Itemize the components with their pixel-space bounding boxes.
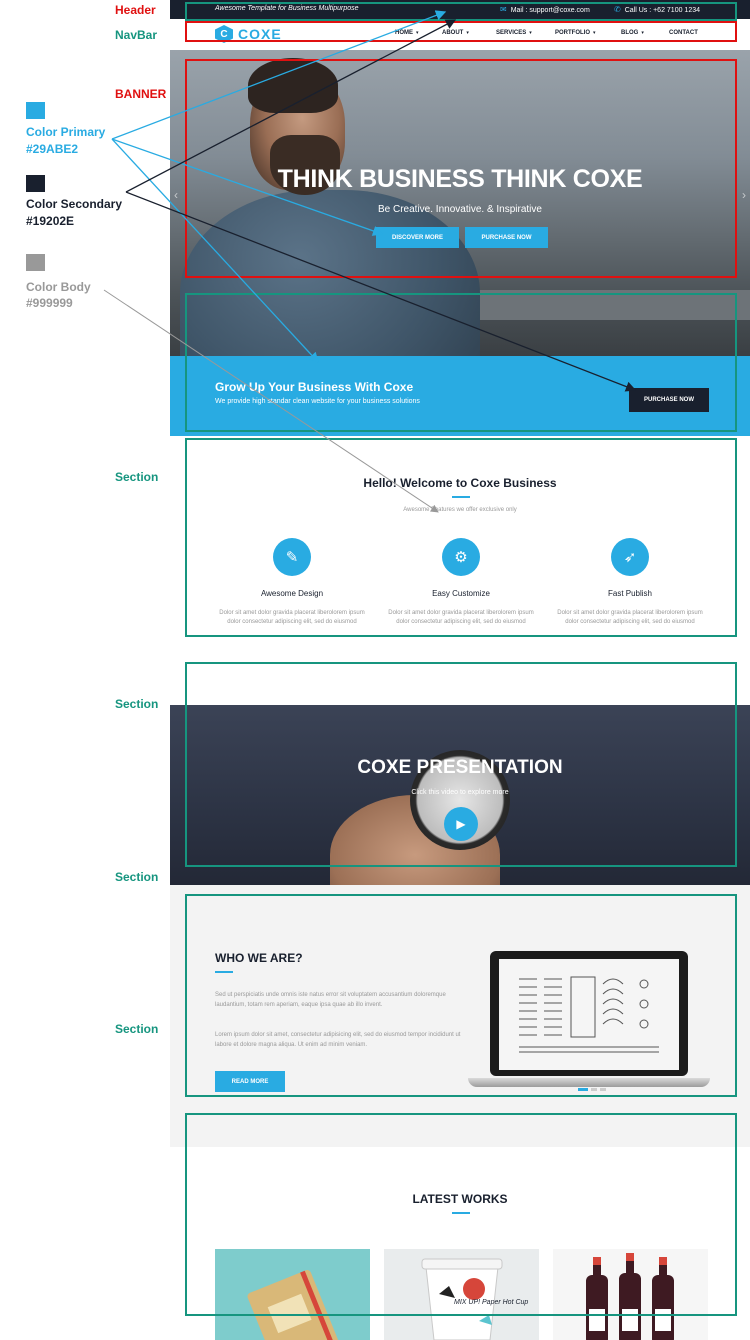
caret-down-icon: ▾	[466, 30, 469, 36]
who-title: WHO WE ARE?	[215, 951, 303, 965]
work-item-notebook[interactable]	[215, 1249, 370, 1340]
nav-item-home[interactable]: HOME ▾	[395, 30, 419, 36]
color-body-name: Color Body	[26, 280, 91, 294]
color-secondary-swatch	[26, 175, 45, 192]
feature-title: Easy Customize	[432, 589, 490, 598]
laptop-screen-content	[499, 959, 679, 1070]
annotation-navbar: NavBar	[115, 28, 158, 42]
annotation-section-1: Section	[115, 470, 159, 484]
feature-title: Fast Publish	[607, 589, 653, 598]
header-call-text: Call Us : +62 7100 1234	[624, 7, 701, 14]
nav-item-label: PORTFOLIO	[555, 30, 590, 36]
top-header-bar: Awesome Template for Business Multipurpo…	[170, 0, 750, 19]
wine-bottles-image	[586, 1253, 674, 1340]
color-primary-swatch	[26, 102, 45, 119]
paper-cup-image	[421, 1258, 503, 1340]
latest-works-title: LATEST WORKS	[412, 1192, 508, 1206]
logo-hexagon-icon: C	[215, 25, 233, 43]
cta-strip: Grow Up Your Business With Coxe We provi…	[170, 356, 750, 436]
phone-icon: ✆	[614, 5, 621, 14]
color-primary-name: Color Primary	[26, 125, 106, 139]
header-tagline: Awesome Template for Business Multipurpo…	[215, 5, 359, 12]
feature-text: Dolor sit amet dolor gravida placerat li…	[557, 610, 703, 625]
logo-text: COXE	[238, 26, 282, 42]
cta-purchase-button[interactable]: PURCHASE NOW	[629, 388, 709, 412]
caret-down-icon: ▾	[641, 30, 644, 36]
annotation-header: Header	[115, 3, 156, 17]
works-title-underline	[452, 1212, 470, 1214]
laptop-base	[468, 1078, 710, 1087]
cup-label: MIX UP! Paper Hot Cup	[454, 1299, 529, 1306]
header-call[interactable]: ✆ Call Us : +62 7100 1234	[614, 5, 700, 14]
read-more-button[interactable]: READ MORE	[215, 1071, 285, 1092]
envelope-icon: ✉	[500, 5, 507, 14]
who-we-are-section: WHO WE ARE? Sed ut perspiciatis unde omn…	[170, 885, 750, 1147]
caret-down-icon: ▾	[593, 30, 596, 36]
banner-purchase-button[interactable]: PURCHASE NOW	[465, 227, 548, 248]
nav-item-about[interactable]: ABOUT ▾	[442, 30, 469, 36]
annotation-banner: BANNER	[115, 87, 167, 101]
nav-item-label: CONTACT	[669, 30, 698, 36]
carousel-dot[interactable]	[578, 1088, 588, 1091]
color-primary-hex: #29ABE2	[26, 142, 79, 156]
carousel-dots	[578, 1088, 606, 1091]
presentation-subtitle: Click this video to explore more	[411, 789, 509, 796]
nav-item-label: SERVICES	[496, 30, 527, 36]
rocket-icon: ➶	[611, 538, 649, 576]
header-mail[interactable]: ✉ Mail : support@coxe.com	[500, 5, 590, 14]
color-secondary-hex: #19202E	[26, 214, 75, 228]
gears-icon: ⚙	[442, 538, 480, 576]
site-logo[interactable]: C COXE	[215, 25, 282, 43]
welcome-title: Hello! Welcome to Coxe Business	[363, 476, 557, 490]
work-item-bottles[interactable]	[553, 1249, 708, 1340]
nav-item-label: HOME	[395, 30, 413, 36]
color-body-hex: #999999	[26, 296, 73, 310]
annotation-section-3: Section	[115, 870, 159, 884]
feature-text: Dolor sit amet dolor gravida placerat li…	[219, 610, 365, 625]
caret-down-icon: ▾	[416, 30, 419, 36]
nav-item-label: ABOUT	[442, 30, 464, 36]
laptop-screen-illustration	[519, 976, 659, 1053]
presentation-title: COXE PRESENTATION	[357, 757, 563, 778]
notebook-image	[247, 1270, 342, 1340]
who-title-underline	[215, 971, 233, 973]
presentation-section: COXE PRESENTATION Click this video to ex…	[170, 705, 750, 885]
who-paragraph-1: Sed ut perspiciatis unde omnis iste natu…	[215, 992, 446, 1008]
nav-item-blog[interactable]: BLOG ▾	[621, 30, 644, 36]
who-paragraph-2: Lorem ipsum dolor sit amet, consectetur …	[215, 1032, 461, 1048]
play-button[interactable]: ▶	[444, 807, 478, 841]
nav-item-label: BLOG	[621, 30, 639, 36]
hero-banner: ‹ › THINK BUSINESS THINK COXE Be Creativ…	[170, 50, 750, 356]
discover-more-button[interactable]: DISCOVER MORE	[376, 227, 459, 248]
banner-background-building	[470, 290, 750, 320]
feature-title: Awesome Design	[260, 589, 324, 598]
color-secondary-name: Color Secondary	[26, 197, 123, 211]
brush-icon: ✎	[273, 538, 311, 576]
banner-title: THINK BUSINESS THINK COXE	[277, 165, 643, 193]
header-mail-text: Mail : support@coxe.com	[510, 7, 590, 14]
carousel-dot[interactable]	[600, 1088, 606, 1091]
cta-subtitle: We provide high standar clean website fo…	[215, 398, 420, 405]
banner-person-hair	[248, 58, 338, 113]
nav-item-contact[interactable]: CONTACT	[669, 30, 698, 36]
caret-down-icon: ▾	[529, 30, 532, 36]
cta-title: Grow Up Your Business With Coxe	[215, 380, 414, 394]
welcome-subtitle: Awesome Features we offer exclusive only	[403, 507, 517, 513]
work-item-cup[interactable]: MIX UP! Paper Hot Cup	[384, 1249, 539, 1340]
banner-subtitle: Be Creative. Innovative. & Inspirative	[378, 204, 542, 215]
nav-item-services[interactable]: SERVICES ▾	[496, 30, 532, 36]
play-icon: ▶	[456, 817, 466, 831]
annotation-section-2: Section	[115, 697, 159, 711]
nav-item-portfolio[interactable]: PORTFOLIO ▾	[555, 30, 596, 36]
website-mockup: Awesome Template for Business Multipurpo…	[170, 0, 750, 1340]
feature-text: Dolor sit amet dolor gravida placerat li…	[388, 610, 534, 625]
color-body-swatch	[26, 254, 45, 271]
navbar: C COXE HOME ▾ ABOUT ▾ SERVICES ▾ PORTFOLIO ▾…	[170, 19, 750, 50]
annotation-section-4: Section	[115, 1022, 159, 1036]
welcome-title-underline	[452, 496, 470, 498]
carousel-dot[interactable]	[591, 1088, 597, 1091]
